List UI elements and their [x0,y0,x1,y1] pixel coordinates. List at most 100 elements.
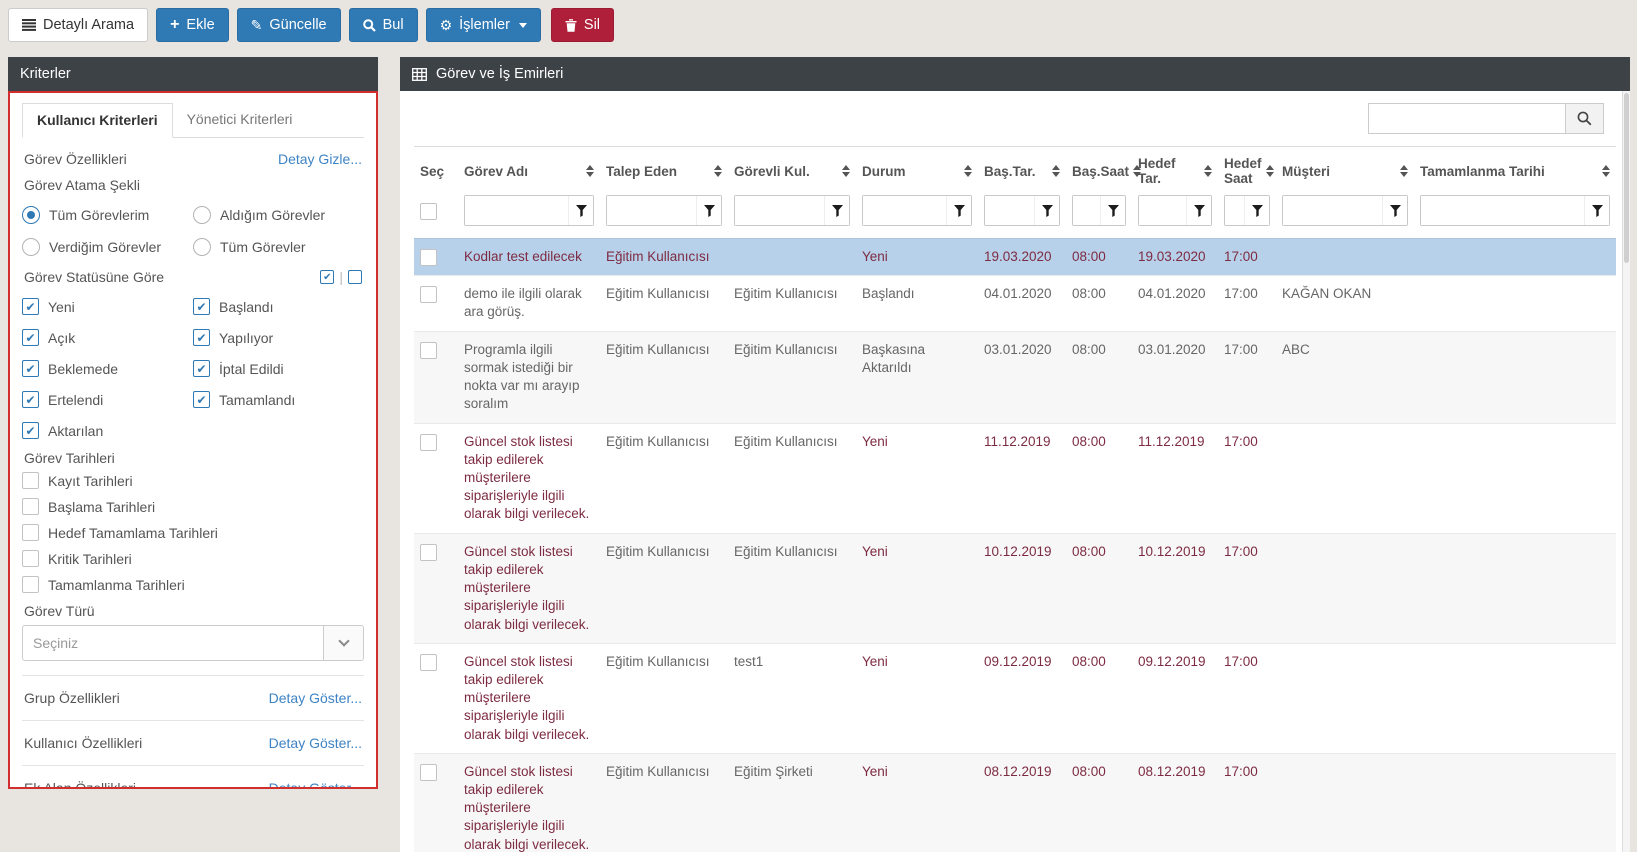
column-header-gorev-adi[interactable]: Görev Adı [458,146,600,193]
checkbox-option[interactable]: ✔ İptal Edildi [193,360,364,377]
filter-input-bas-saat[interactable] [1073,196,1100,225]
radio-selected-icon[interactable] [22,206,40,224]
scrollbar-thumb[interactable] [1624,93,1629,263]
sort-icon[interactable] [842,165,850,177]
task-type-select-caret[interactable] [323,626,363,660]
column-header-durum[interactable]: Durum [856,146,978,193]
filter-input-gorevli-kul[interactable] [735,196,824,225]
checkbox-option[interactable]: ✔ Açık [22,329,193,346]
checkbox-checked-icon[interactable]: ✔ [193,298,210,315]
sort-icon[interactable] [714,165,722,177]
column-header-tamamlanma-tarihi[interactable]: Tamamlanma Tarihi [1414,146,1616,193]
filter-input-hedef-tar[interactable] [1139,196,1186,225]
checkbox-option[interactable]: ✔ Kritik Tarihleri [22,550,364,567]
select-all-checkbox[interactable]: ✔ [420,202,437,220]
add-button[interactable]: + Ekle [156,8,229,42]
row-checkbox[interactable]: ✔ [420,286,437,304]
tab-manager-criteria[interactable]: Yönetici Kriterleri [173,103,307,137]
table-row[interactable]: ✔demo ile ilgili olarak ara görüş.Eğitim… [414,275,1616,332]
checkbox-option[interactable]: ✔ Başlandı [193,298,364,315]
column-header-gorevli-kul[interactable]: Görevli Kul. [728,146,856,193]
row-checkbox[interactable]: ✔ [420,249,437,266]
tab-user-criteria[interactable]: Kullanıcı Kriterleri [22,103,173,138]
column-header-talep-eden[interactable]: Talep Eden [600,146,728,193]
check-all-icon[interactable]: ✔ [320,270,335,284]
column-header-musteri[interactable]: Müşteri [1276,146,1414,193]
delete-button[interactable]: Sil [550,8,615,42]
sort-icon[interactable] [1052,165,1060,177]
filter-input-tamamlanma-tarihi[interactable] [1421,196,1584,225]
checkbox-empty-icon[interactable]: ✔ [22,550,39,567]
row-checkbox[interactable]: ✔ [420,653,437,671]
column-header-bas-tar[interactable]: Baş.Tar. [978,146,1066,193]
checkbox-checked-icon[interactable]: ✔ [22,391,39,408]
vertical-scrollbar[interactable] [1622,91,1630,852]
checkbox-option[interactable]: ✔ Kayıt Tarihleri [22,472,364,489]
table-row[interactable]: ✔ Kodlar test edilecekEğitim Kullanıcısı Y… [414,237,1616,276]
checkbox-checked-icon[interactable]: ✔ [193,329,210,346]
radio-icon[interactable] [193,238,211,256]
update-button[interactable]: ✎ Güncelle [236,8,341,42]
detail-toggle-link[interactable]: Detay Göster... [269,780,362,787]
radio-option[interactable]: Tüm Görevlerim [22,206,193,224]
filter-button-durum[interactable] [946,196,971,225]
detail-toggle-link[interactable]: Detay Göster... [269,735,362,751]
task-properties-toggle-link[interactable]: Detay Gizle... [278,151,362,167]
filter-button-gorev-adi[interactable] [568,196,593,225]
filter-button-talep-eden[interactable] [696,196,721,225]
filter-input-gorev-adi[interactable] [465,196,568,225]
checkbox-empty-icon[interactable]: ✔ [22,472,39,489]
checkbox-option[interactable]: ✔ Ertelendi [22,391,193,408]
column-header-hedef-tar[interactable]: Hedef Tar. [1132,146,1218,193]
actions-button[interactable]: ⚙ İşlemler [425,8,541,42]
checkbox-checked-icon[interactable]: ✔ [22,298,39,315]
task-type-select[interactable]: Seçiniz [22,625,364,661]
table-row[interactable]: ✔ Güncel stok listesi takip edilerek müşt… [414,642,1616,754]
find-button[interactable]: Bul [348,8,418,42]
sort-icon[interactable] [1204,165,1212,177]
checkbox-option[interactable]: ✔ Yeni [22,298,193,315]
checkbox-option[interactable]: ✔ Beklemede [22,360,193,377]
checkbox-option[interactable]: ✔ Tamamlandı [193,391,364,408]
filter-button-musteri[interactable] [1382,196,1407,225]
radio-icon[interactable] [193,206,211,224]
filter-input-musteri[interactable] [1283,196,1382,225]
filter-button-hedef-tar[interactable] [1186,196,1211,225]
radio-option[interactable]: Verdiğim Görevler [22,238,193,256]
grid-search-button[interactable] [1566,103,1604,134]
radio-icon[interactable] [22,238,40,256]
column-header-hedef-saat[interactable]: Hedef Saat [1218,146,1276,193]
sort-icon[interactable] [1265,165,1274,177]
sort-icon[interactable] [1602,165,1610,177]
radio-option[interactable]: Tüm Görevler [193,238,364,256]
checkbox-checked-icon[interactable]: ✔ [22,329,39,346]
filter-input-bas-tar[interactable] [985,196,1034,225]
sort-icon[interactable] [586,165,594,177]
filter-input-talep-eden[interactable] [607,196,696,225]
checkbox-checked-icon[interactable]: ✔ [22,360,39,377]
filter-button-gorevli-kul[interactable] [824,196,849,225]
sort-icon[interactable] [964,165,972,177]
filter-button-bas-tar[interactable] [1034,196,1059,225]
checkbox-empty-icon[interactable]: ✔ [22,576,39,593]
filter-button-bas-saat[interactable] [1100,196,1125,225]
checkbox-option[interactable]: ✔ Tamamlanma Tarihleri [22,576,364,593]
row-checkbox[interactable]: ✔ [420,433,437,451]
checkbox-empty-icon[interactable]: ✔ [22,498,39,515]
filter-input-hedef-saat[interactable] [1225,196,1244,225]
radio-option[interactable]: Aldığım Görevler [193,206,364,224]
checkbox-option[interactable]: ✔ Başlama Tarihleri [22,498,364,515]
row-checkbox[interactable]: ✔ [420,341,437,359]
checkbox-checked-icon[interactable]: ✔ [22,422,39,439]
checkbox-option[interactable]: ✔ Yapılıyor [193,329,364,346]
filter-button-tamamlanma-tarihi[interactable] [1584,196,1609,225]
checkbox-checked-icon[interactable]: ✔ [193,360,210,377]
detail-toggle-link[interactable]: Detay Göster... [269,690,362,706]
table-row[interactable]: ✔ Programla ilgili sormak istediği bir no… [414,330,1616,424]
detailed-search-button[interactable]: Detaylı Arama [8,8,149,42]
row-checkbox[interactable]: ✔ [420,543,437,561]
checkbox-option[interactable]: ✔ Aktarılan [22,422,193,439]
filter-input-durum[interactable] [863,196,946,225]
table-row[interactable]: ✔ Güncel stok listesi takip edilerek müşt… [414,752,1616,852]
uncheck-all-icon[interactable]: ✔ [348,270,362,284]
